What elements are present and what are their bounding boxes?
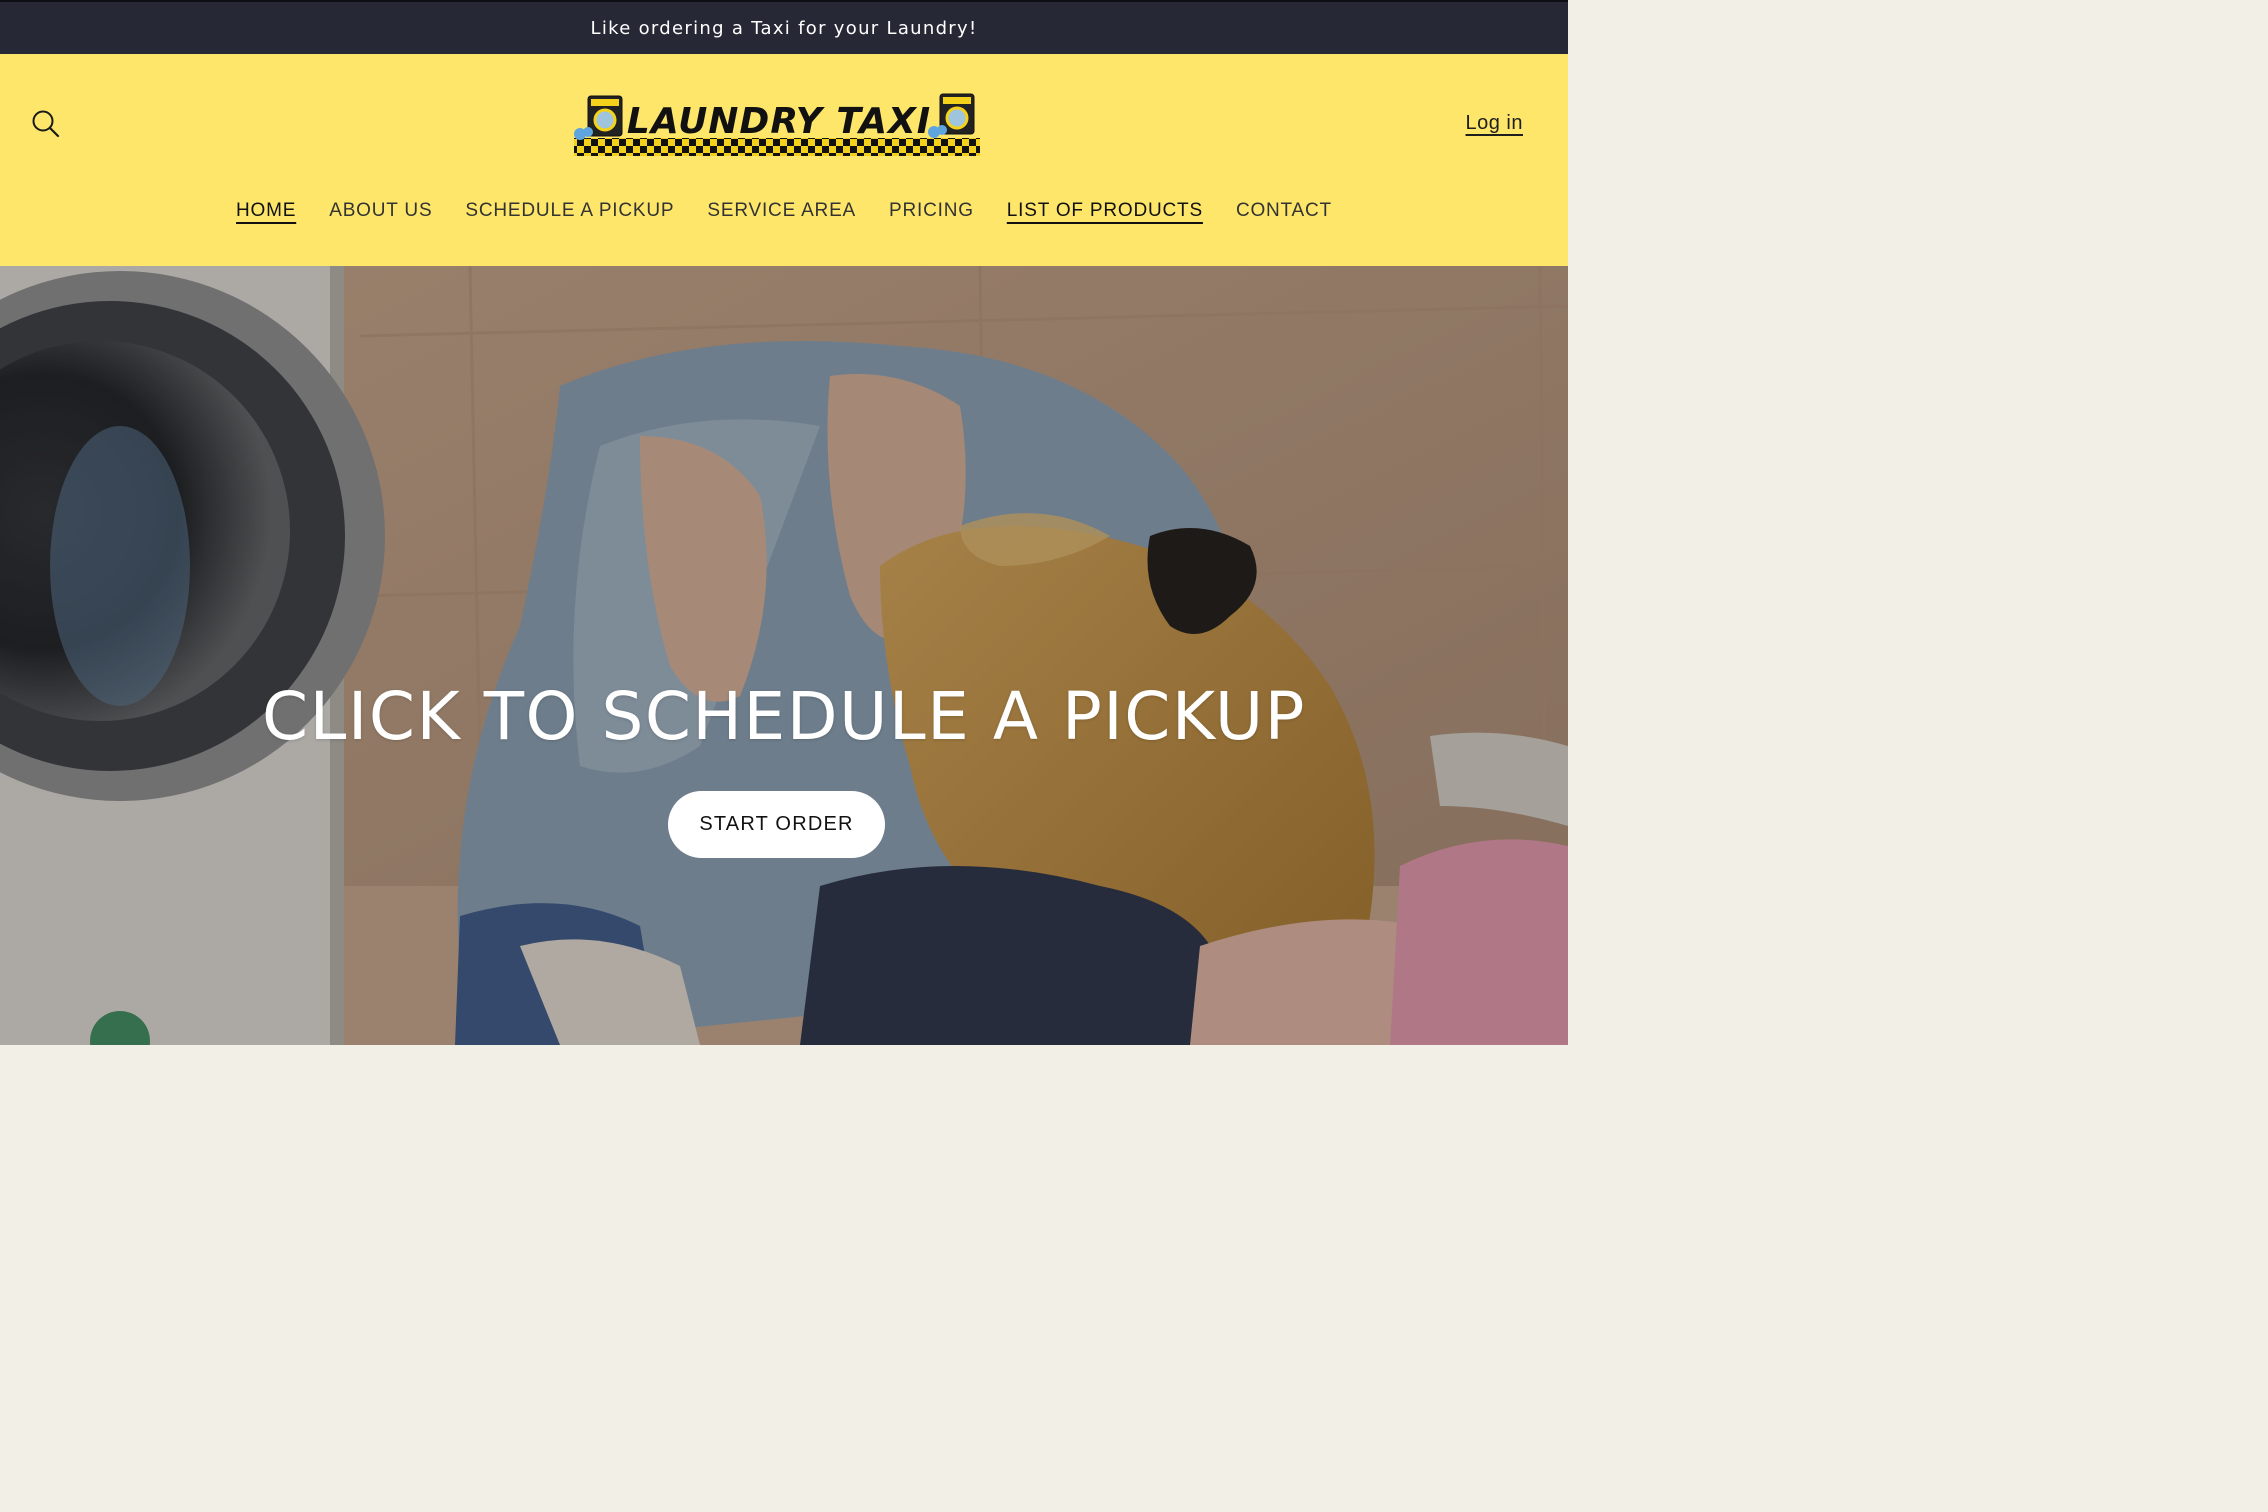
- washing-machine-right-icon: [928, 93, 975, 138]
- logo-graphic: LAUNDRY TAXI: [574, 93, 980, 156]
- hero-overlay: [0, 266, 1568, 1045]
- search-button[interactable]: [28, 106, 64, 142]
- announcement-text: Like ordering a Taxi for your Laundry!: [590, 17, 978, 39]
- nav-item-pricing[interactable]: PRICING: [889, 200, 974, 224]
- nav-item-about-us[interactable]: ABOUT US: [329, 200, 432, 224]
- nav-item-schedule-pickup[interactable]: SCHEDULE A PICKUP: [465, 200, 674, 224]
- washing-machine-left-icon: [574, 95, 623, 140]
- login-link[interactable]: Log in: [1466, 112, 1524, 135]
- hero-banner: CLICK TO SCHEDULE A PICKUP START ORDER: [0, 266, 1568, 1045]
- nav-item-service-area[interactable]: SERVICE AREA: [707, 200, 856, 224]
- nav-item-contact[interactable]: CONTACT: [1236, 200, 1332, 224]
- site-logo[interactable]: LAUNDRY TAXI: [570, 90, 982, 158]
- site-header: LAUNDRY TAXI Log in HOME ABOUT US SCHEDU…: [0, 54, 1568, 266]
- search-icon: [32, 110, 60, 138]
- announcement-bar: Like ordering a Taxi for your Laundry!: [0, 0, 1568, 54]
- nav-item-home[interactable]: HOME: [236, 200, 296, 224]
- hero-heading[interactable]: CLICK TO SCHEDULE A PICKUP: [0, 678, 1568, 755]
- start-order-button[interactable]: START ORDER: [668, 791, 885, 858]
- nav-item-list-of-products[interactable]: LIST OF PRODUCTS: [1007, 200, 1203, 224]
- main-nav: HOME ABOUT US SCHEDULE A PICKUP SERVICE …: [0, 200, 1568, 224]
- logo-text: LAUNDRY TAXI: [627, 101, 931, 142]
